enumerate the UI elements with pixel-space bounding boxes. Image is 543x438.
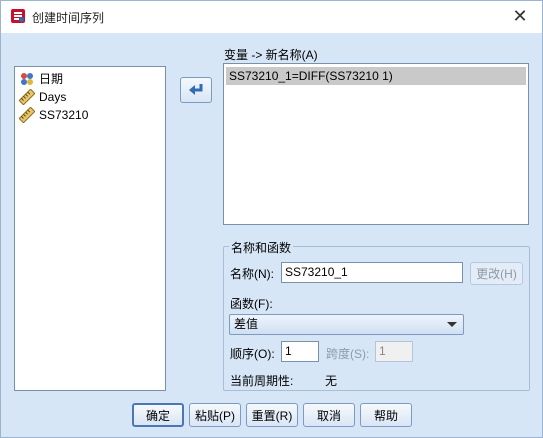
date-variable-icon [21, 72, 33, 85]
paste-button[interactable]: 粘贴(P) [189, 403, 241, 427]
arrow-left-return-icon [189, 84, 203, 95]
change-button[interactable]: 更改(H) [470, 262, 523, 285]
periodicity-label: 当前周期性: [230, 374, 294, 388]
variable-label: Days [39, 89, 67, 104]
name-input[interactable]: SS73210_1 [281, 262, 463, 283]
source-variable-list[interactable]: 日期 Days SS73210 [14, 66, 166, 391]
cancel-button[interactable]: 取消 [303, 403, 355, 427]
move-variable-button[interactable] [180, 77, 212, 103]
group-title: 名称和函数 [229, 239, 294, 256]
order-input[interactable]: 1 [281, 341, 319, 362]
function-label: 函数(F): [230, 297, 273, 311]
variable-item-days[interactable]: Days [19, 88, 66, 105]
close-icon: ✕ [512, 5, 528, 27]
function-dropdown[interactable]: 差值 [229, 314, 464, 335]
scale-variable-icon [19, 88, 35, 105]
name-label: 名称(N): [230, 267, 274, 281]
span-label: 跨度(S): [326, 347, 370, 361]
variable-item-ss73210[interactable]: SS73210 [19, 106, 88, 123]
create-time-series-dialog: 创建时间序列 ✕ 日期 Days SS73210 变量 -> 新名称(A) SS… [0, 0, 543, 438]
variable-label: 日期 [39, 72, 64, 86]
target-list-item[interactable]: SS73210_1=DIFF(SS73210 1) [226, 67, 526, 85]
scale-variable-icon [19, 106, 35, 123]
window-title: 创建时间序列 [32, 11, 105, 25]
chevron-down-icon [447, 322, 457, 327]
span-input[interactable]: 1 [375, 341, 413, 362]
app-icon [11, 9, 25, 23]
target-variable-list[interactable]: SS73210_1=DIFF(SS73210 1) [223, 63, 529, 225]
periodicity-value: 无 [325, 374, 338, 388]
title-bar: 创建时间序列 ✕ [1, 1, 542, 33]
function-dropdown-value: 差值 [234, 317, 259, 331]
variable-item-date[interactable]: 日期 [19, 70, 63, 87]
reset-button[interactable]: 重置(R) [246, 403, 298, 427]
ok-button[interactable]: 确定 [132, 403, 184, 427]
target-list-label: 变量 -> 新名称(A) [224, 48, 318, 62]
variable-label: SS73210 [39, 107, 89, 122]
help-button[interactable]: 帮助 [360, 403, 412, 427]
order-label: 顺序(O): [230, 347, 275, 361]
close-button[interactable]: ✕ [502, 1, 538, 31]
